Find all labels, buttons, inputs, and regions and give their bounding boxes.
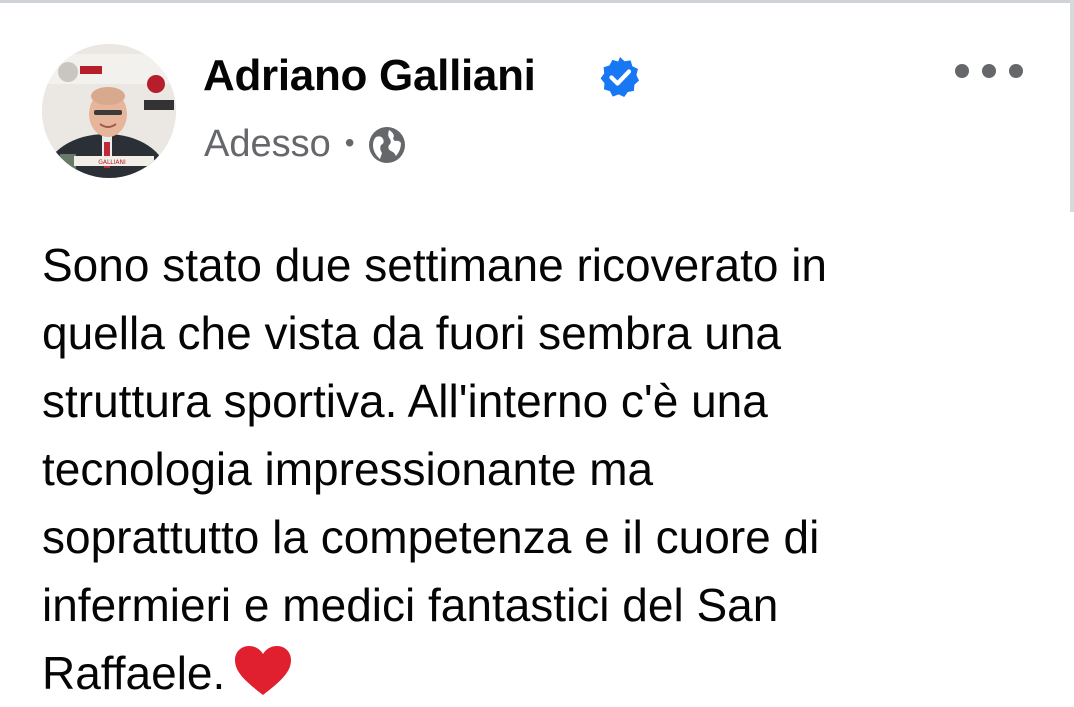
profile-photo: GALLIANI xyxy=(42,44,176,178)
verified-badge-icon xyxy=(600,57,639,97)
post-body: Sono stato due settimane ricoverato in q… xyxy=(42,231,1042,707)
post-text-line: infermieri e medici fantastici del San xyxy=(42,579,779,631)
more-dot xyxy=(1009,64,1023,78)
post-timestamp[interactable]: Adesso xyxy=(204,123,331,166)
more-dot xyxy=(955,64,969,78)
post-meta: Adesso • xyxy=(204,123,407,166)
post-text-line: struttura sportiva. All'interno c'è una xyxy=(42,375,768,427)
red-heart-icon xyxy=(235,646,292,695)
svg-text:GALLIANI: GALLIANI xyxy=(98,159,126,166)
top-divider xyxy=(0,0,1074,3)
post-text-line: tecnologia impressionante ma xyxy=(42,443,654,495)
scroll-edge xyxy=(1070,0,1074,212)
more-options-button[interactable] xyxy=(955,56,1023,86)
post-text-line: quella che vista da fuori sembra una xyxy=(42,307,781,359)
meta-separator: • xyxy=(344,126,355,158)
avatar[interactable]: GALLIANI xyxy=(42,44,176,178)
more-dot xyxy=(982,64,996,78)
post-text-line: Raffaele. xyxy=(42,647,226,699)
post-text-line: soprattutto la competenza e il cuore di xyxy=(42,511,820,563)
author-name[interactable]: Adriano Galliani xyxy=(203,51,536,101)
post-text-line: Sono stato due settimane ricoverato in xyxy=(42,239,828,291)
globe-icon[interactable] xyxy=(367,125,407,165)
post-text-last-line: Raffaele. xyxy=(42,639,1042,707)
